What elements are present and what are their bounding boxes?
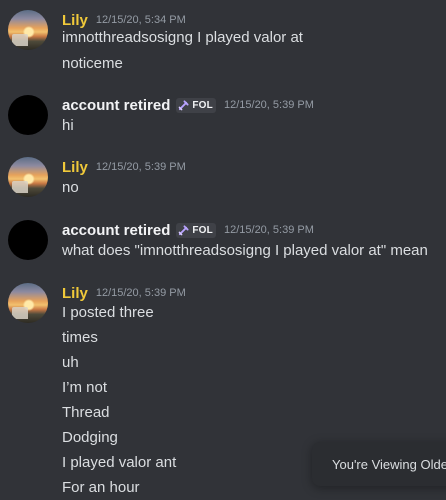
chat-message-list[interactable]: Lily 12/15/20, 5:34 PM imnotthreadsosign… [0,0,446,500]
server-tag[interactable]: FOL [176,222,216,238]
server-tag[interactable]: FOL [176,97,216,113]
server-tag-label: FOL [192,224,213,236]
message-header: account retired FOL 12/15/20, 5:39 PM [62,220,314,240]
message-text: I’m not [62,379,108,396]
message-text: noticeme [62,55,123,72]
message-text: For an hour [62,479,140,496]
message-text: Dodging [62,429,118,446]
sword-icon [179,224,189,235]
message-group: account retired FOL 12/15/20, 5:39 PM wh… [0,220,446,262]
timestamp: 12/15/20, 5:39 PM [95,287,186,299]
message-group: Lily 12/15/20, 5:34 PM imnotthreadsosign… [0,10,446,72]
viewing-older-messages-toast[interactable]: You're Viewing Older Messages [312,442,446,486]
avatar[interactable] [8,10,48,50]
avatar[interactable] [8,220,48,260]
timestamp: 12/15/20, 5:39 PM [223,99,314,111]
server-tag-label: FOL [192,99,213,111]
message-text: hi [62,117,74,134]
message-header: account retired FOL 12/15/20, 5:39 PM [62,95,314,115]
message-text: Thread [62,404,110,421]
message-text: imnotthreadsosigng I played valor at [62,29,303,46]
username[interactable]: Lily [62,12,88,29]
avatar[interactable] [8,157,48,197]
toast-label: You're Viewing Older Messages [332,456,446,472]
message-header: Lily 12/15/20, 5:34 PM [62,10,186,30]
message-text: no [62,179,79,196]
message-text: times [62,329,98,346]
timestamp: 12/15/20, 5:34 PM [95,14,186,26]
timestamp: 12/15/20, 5:39 PM [95,161,186,173]
sword-icon [179,99,189,110]
avatar[interactable] [8,283,48,323]
message-group: Lily 12/15/20, 5:39 PM no [0,157,446,199]
message-text: I played valor ant [62,454,177,471]
message-text: uh [62,354,79,371]
message-header: Lily 12/15/20, 5:39 PM [62,283,186,303]
username[interactable]: Lily [62,285,88,302]
username[interactable]: Lily [62,159,88,176]
avatar[interactable] [8,95,48,135]
message-text: what does "imnotthreadsosigng I played v… [62,242,428,259]
message-group: account retired FOL 12/15/20, 5:39 PM hi [0,95,446,137]
timestamp: 12/15/20, 5:39 PM [223,224,314,236]
username[interactable]: account retired [62,97,170,114]
message-header: Lily 12/15/20, 5:39 PM [62,157,186,177]
message-text: I posted three [62,304,154,321]
username[interactable]: account retired [62,222,170,239]
